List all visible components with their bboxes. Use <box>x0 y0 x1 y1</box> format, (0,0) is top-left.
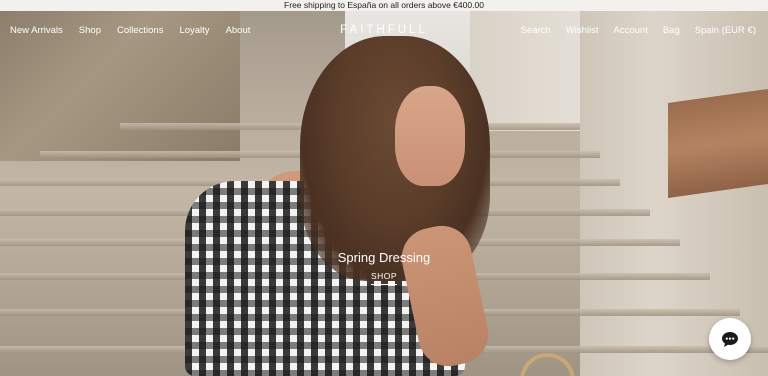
country-selector[interactable]: Spain (EUR €) <box>695 25 756 36</box>
chat-bubble-icon <box>722 331 738 347</box>
hero-title: Spring Dressing <box>337 250 431 265</box>
announcement-text: Free shipping to España on all orders ab… <box>284 0 484 10</box>
hero-image <box>0 11 768 376</box>
nav-account[interactable]: Account <box>614 25 648 36</box>
nav-wishlist[interactable]: Wishlist <box>566 25 599 36</box>
announcement-bar: Free shipping to España on all orders ab… <box>0 0 768 11</box>
terracotta-ledge <box>668 88 768 199</box>
wicker-basket <box>520 353 575 376</box>
hero-cta: Spring Dressing SHOP <box>0 250 768 285</box>
model-face <box>395 86 465 186</box>
shop-link[interactable]: SHOP <box>370 271 398 285</box>
site-header: New Arrivals Shop Collections Loyalty Ab… <box>0 11 768 51</box>
utility-nav: Search Wishlist Account Bag Spain (EUR €… <box>506 25 756 36</box>
nav-search[interactable]: Search <box>521 25 551 36</box>
chat-button[interactable] <box>709 318 751 360</box>
nav-bag[interactable]: Bag <box>663 25 680 36</box>
